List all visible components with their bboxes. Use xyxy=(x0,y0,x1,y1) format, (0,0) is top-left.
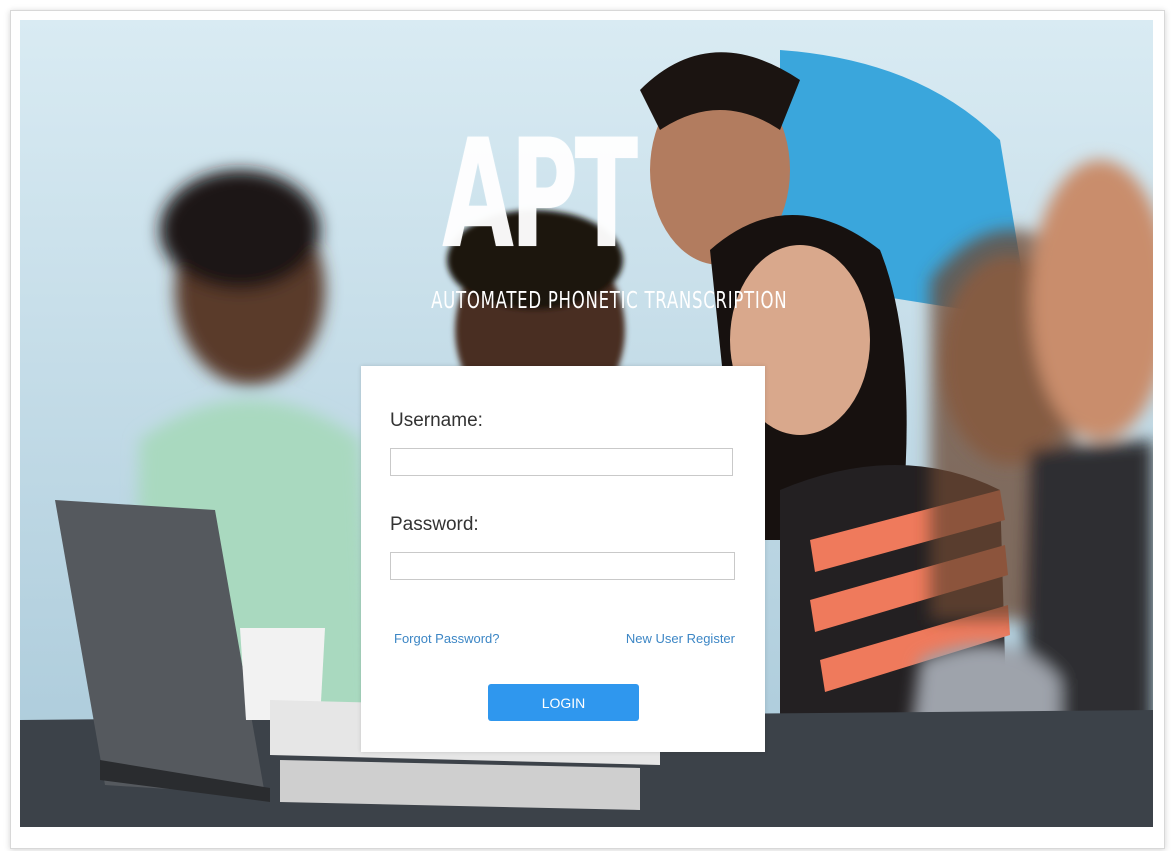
apt-logo: APT xyxy=(442,108,638,282)
new-user-register-link[interactable]: New User Register xyxy=(626,631,735,646)
overlay-layer: APT AUTOMATED PHONETIC TRANSCRIPTION Use… xyxy=(20,20,1153,827)
login-button[interactable]: LOGIN xyxy=(488,684,639,721)
username-input[interactable] xyxy=(390,448,733,476)
logo-tagline: AUTOMATED PHONETIC TRANSCRIPTION xyxy=(431,288,788,314)
login-card: Username: Password: Forgot Password? New… xyxy=(361,366,765,752)
forgot-password-link[interactable]: Forgot Password? xyxy=(394,631,500,646)
password-input[interactable] xyxy=(390,552,735,580)
password-label: Password: xyxy=(390,514,479,535)
username-label: Username: xyxy=(390,410,483,431)
